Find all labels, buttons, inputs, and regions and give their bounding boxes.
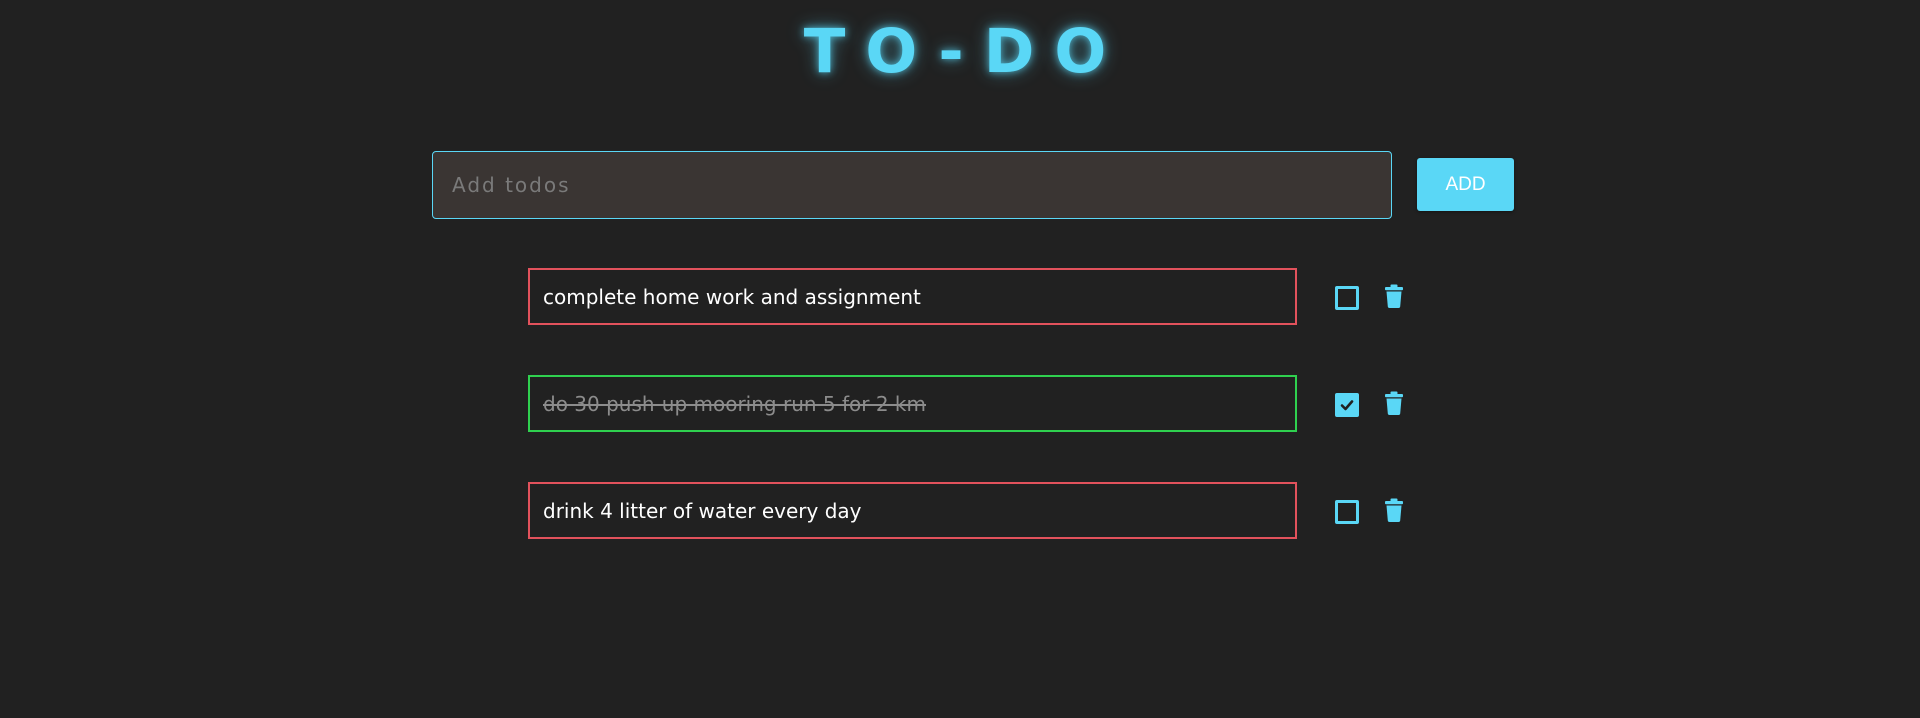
todo-item: do 30 push-up mooring run 5 for 2 km [528,375,1428,432]
todo-text: do 30 push-up mooring run 5 for 2 km [528,375,1297,432]
todo-text: drink 4 litter of water every day [528,482,1297,539]
todo-app: TO-DO ADD complete home work and assignm… [0,0,1920,718]
todo-item: drink 4 litter of water every day [528,482,1428,539]
add-todo-form: ADD [432,151,1514,219]
checkbox-icon[interactable] [1335,286,1359,310]
checkbox-icon[interactable] [1335,393,1359,417]
add-todo-input[interactable] [432,151,1392,219]
trash-icon[interactable] [1385,391,1403,415]
todo-text: complete home work and assignment [528,268,1297,325]
todo-item: complete home work and assignment [528,268,1428,325]
trash-icon[interactable] [1385,498,1403,522]
trash-icon[interactable] [1385,284,1403,308]
add-button[interactable]: ADD [1417,158,1514,211]
page-title: TO-DO [803,16,1127,87]
checkbox-icon[interactable] [1335,500,1359,524]
todo-list: complete home work and assignment do 30 … [528,268,1428,589]
